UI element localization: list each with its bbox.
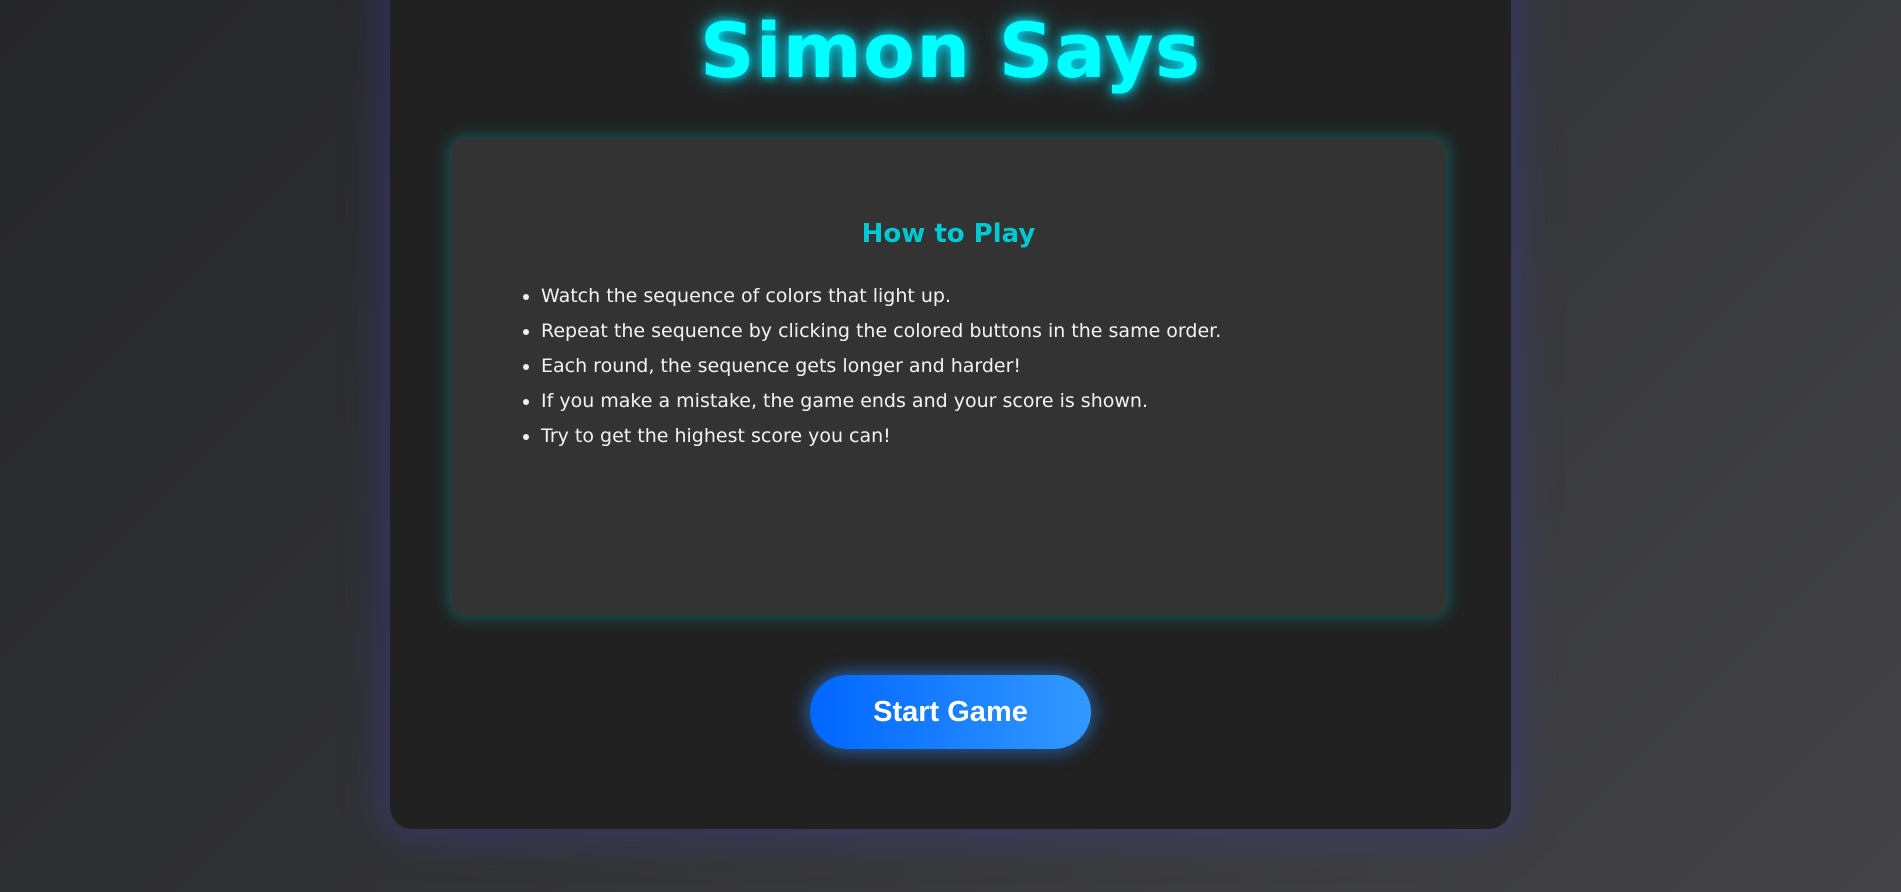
list-item: If you make a mistake, the game ends and… [541, 384, 1221, 419]
instructions-list: Watch the sequence of colors that light … [519, 279, 1221, 454]
list-item: Each round, the sequence gets longer and… [541, 349, 1221, 384]
how-to-play-panel: How to Play Watch the sequence of colors… [451, 139, 1446, 615]
list-item: Watch the sequence of colors that light … [541, 279, 1221, 314]
start-game-button[interactable]: Start Game [810, 675, 1091, 749]
how-to-play-heading: How to Play [861, 219, 1036, 249]
page-title: Simon Says [699, 6, 1202, 95]
list-item: Repeat the sequence by clicking the colo… [541, 314, 1221, 349]
list-item: Try to get the highest score you can! [541, 419, 1221, 454]
